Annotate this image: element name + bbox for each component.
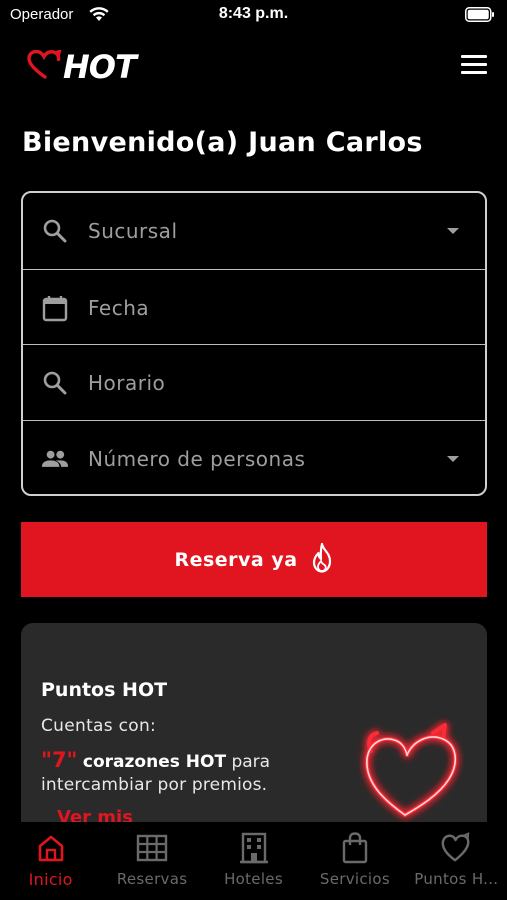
tab-label: Hoteles [224,870,283,888]
time-placeholder: Horario [88,370,166,395]
search-icon [41,217,69,245]
tab-label: Servicios [319,870,390,888]
neon-heart-icon [357,717,465,825]
people-count-dropdown[interactable]: Número de personas [23,420,485,494]
time-field[interactable]: Horario [23,344,485,420]
date-field[interactable]: Fecha [23,269,485,345]
points-after-text: para [231,752,271,772]
branch-dropdown[interactable]: Sucursal [23,193,485,269]
grid-table-icon [136,832,168,864]
tab-servicios[interactable]: Servicios [304,822,405,900]
battery-icon [465,7,495,26]
bottom-tab-bar: Inicio Reservas Hoteles Servicios Puntos… [0,822,507,900]
points-card[interactable]: Puntos HOT Cuentas con: "7" corazones HO… [21,623,487,843]
calendar-icon [41,294,69,322]
points-title: Puntos HOT [41,679,168,701]
reserve-button[interactable]: Reserva ya [21,522,487,597]
chevron-down-icon [447,228,459,234]
tab-label: Inicio [28,870,73,889]
home-icon [35,832,67,864]
logo-text: HOT [63,48,137,86]
hamburger-menu-icon[interactable] [461,55,487,75]
building-icon [238,832,270,864]
flame-icon [310,542,334,578]
points-subtitle: Cuentas con: [41,716,157,736]
welcome-title: Bienvenido(a) Juan Carlos [22,127,423,158]
people-icon [41,445,69,473]
heart-logo-icon [27,48,63,84]
reservation-form: Sucursal Fecha Horario Número de persona… [21,191,487,496]
points-count: "7" [41,748,78,772]
clock: 8:43 p.m. [218,5,289,22]
tab-hoteles[interactable]: Hoteles [203,822,304,900]
tab-reservas[interactable]: Reservas [101,822,202,900]
shopping-bag-icon [339,832,371,864]
tab-label: Puntos H... [414,870,499,888]
chevron-down-icon [447,455,459,462]
tab-inicio[interactable]: Inicio [0,822,101,900]
people-count-placeholder: Número de personas [88,446,306,471]
branch-placeholder: Sucursal [88,219,178,243]
search-icon [41,369,69,397]
points-count-line: "7" corazones HOT para [41,748,270,772]
date-placeholder: Fecha [88,295,150,320]
points-bold-text: corazones HOT [82,752,227,772]
tab-puntos-hot[interactable]: Puntos H... [406,822,507,900]
points-description: intercambiar por premios. [41,775,268,795]
tab-label: Reservas [116,870,188,888]
status-bar: Operador 8:43 p.m. [0,0,507,32]
hot-logo[interactable]: HOT [27,48,137,86]
reserve-button-label: Reserva ya [174,548,298,571]
heart-icon [440,832,472,864]
